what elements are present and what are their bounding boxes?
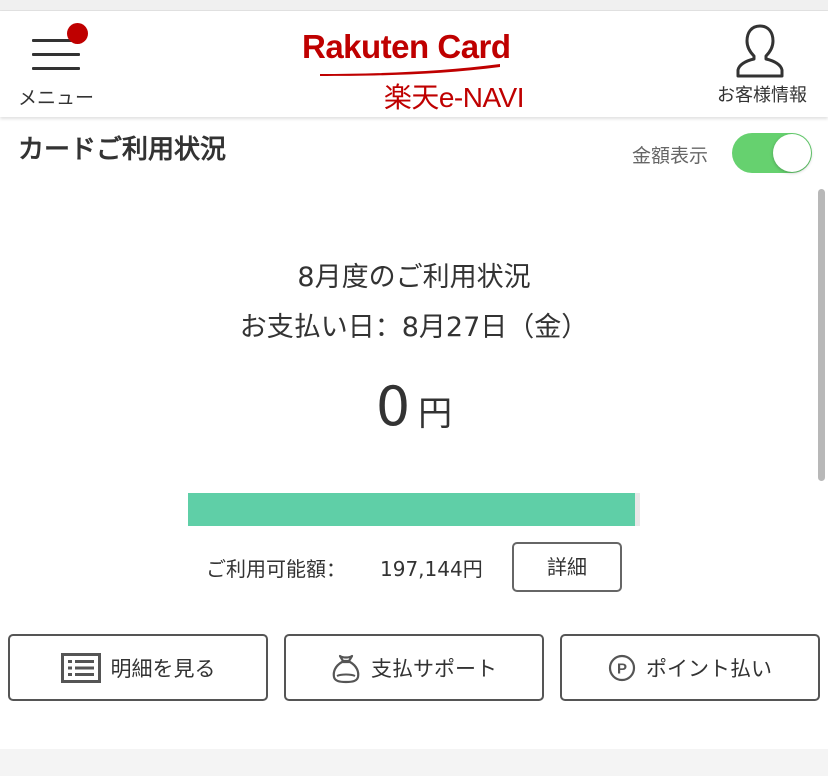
menu-button[interactable]: メニュー [12,23,100,109]
card-usage-panel: カードご利用状況 金額表示 8月度のご利用状況 お支払い日：8月27日（金） 0… [0,117,828,749]
amount-value: 0 [375,375,411,438]
menu-label: メニュー [17,87,94,109]
money-bag-icon [332,654,360,683]
toggle-knob [773,134,811,172]
logo-swoosh-icon [320,64,500,76]
amount-display-toggle[interactable] [732,133,812,173]
payment-date: お支払い日：8月27日（金） [239,312,589,343]
statement-list-icon [60,652,101,683]
available-amount-value: 197,144円 [380,557,483,581]
available-amount-label: ご利用可能額： [206,557,346,581]
section-title: カードご利用状況 [18,135,227,165]
available-credit-bar-fill [188,493,636,526]
amount-display-label: 金額表示 [632,145,709,167]
logo-text-top: Rakuten Card [302,28,511,65]
detail-button[interactable]: 詳細 [512,542,622,592]
view-statement-label: 明細を見る [110,656,216,681]
point-p-icon: P [608,654,636,681]
logo-text-bottom: 楽天e-NAVI [383,82,525,113]
footer-strip [0,749,828,776]
user-icon [736,24,784,78]
account-button[interactable]: お客様情報 [710,21,814,111]
notification-dot [67,23,88,44]
view-statement-button[interactable]: 明細を見る [8,634,268,701]
point-payment-label: ポイント払い [646,656,772,681]
rakuten-enavi-logo[interactable]: Rakuten Card 楽天e-NAVI [296,28,532,113]
billing-period: 8月度のご利用状況 [297,262,531,293]
available-credit-bar [188,493,640,526]
page: メニュー Rakuten Card 楽天e-NAVI お客様情報 カードご利用状… [0,0,828,776]
scrollbar[interactable] [818,189,825,481]
account-label: お客様情報 [717,85,807,106]
billing-amount: 0円 [0,375,828,438]
app-header: メニュー Rakuten Card 楽天e-NAVI お客様情報 [0,11,828,117]
point-payment-button[interactable]: P ポイント払い [560,634,820,701]
amount-currency: 円 [418,394,453,434]
payment-support-button[interactable]: 支払サポート [284,634,544,701]
payment-support-label: 支払サポート [371,656,497,681]
browser-top-strip [0,0,828,11]
svg-text:P: P [617,660,627,677]
